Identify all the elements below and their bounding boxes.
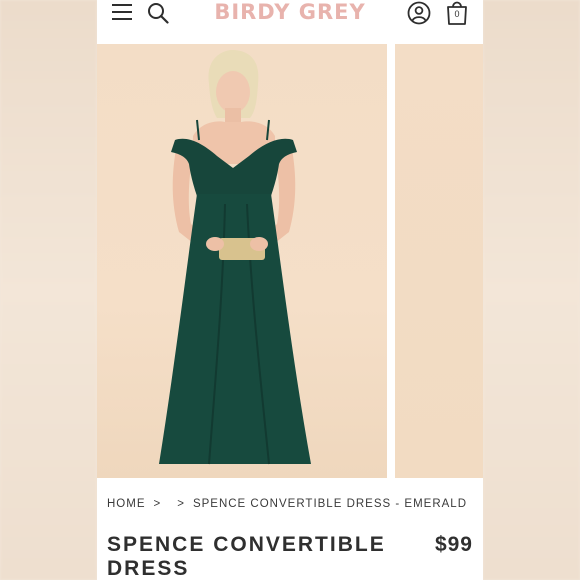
- product-photo-next[interactable]: [395, 44, 483, 478]
- breadcrumb-separator: >: [177, 498, 185, 510]
- cart-button[interactable]: 0: [445, 0, 469, 26]
- breadcrumb-current: SPENCE CONVERTIBLE DRESS - EMERALD: [192, 498, 468, 510]
- breadcrumb-home-link[interactable]: HOME: [107, 498, 146, 510]
- site-header: BIRDY GREY 0: [97, 0, 483, 42]
- breadcrumb: HOME > > SPENCE CONVERTIBLE DRESS - EMERALD: [107, 498, 467, 510]
- account-icon[interactable]: [407, 1, 431, 25]
- blurred-background-right: [483, 0, 580, 580]
- product-photo-main[interactable]: [97, 44, 387, 478]
- product-title: SPENCE CONVERTIBLE DRESS: [107, 533, 386, 580]
- breadcrumb-separator: >: [153, 498, 162, 510]
- model-illustration: [159, 50, 311, 465]
- product-price: $99: [434, 533, 473, 556]
- product-page: BIRDY GREY 0 HOME > > SPENCE CONVERTIBLE…: [97, 0, 483, 580]
- cart-count-badge: 0: [454, 9, 460, 19]
- blurred-background-left: [0, 0, 97, 580]
